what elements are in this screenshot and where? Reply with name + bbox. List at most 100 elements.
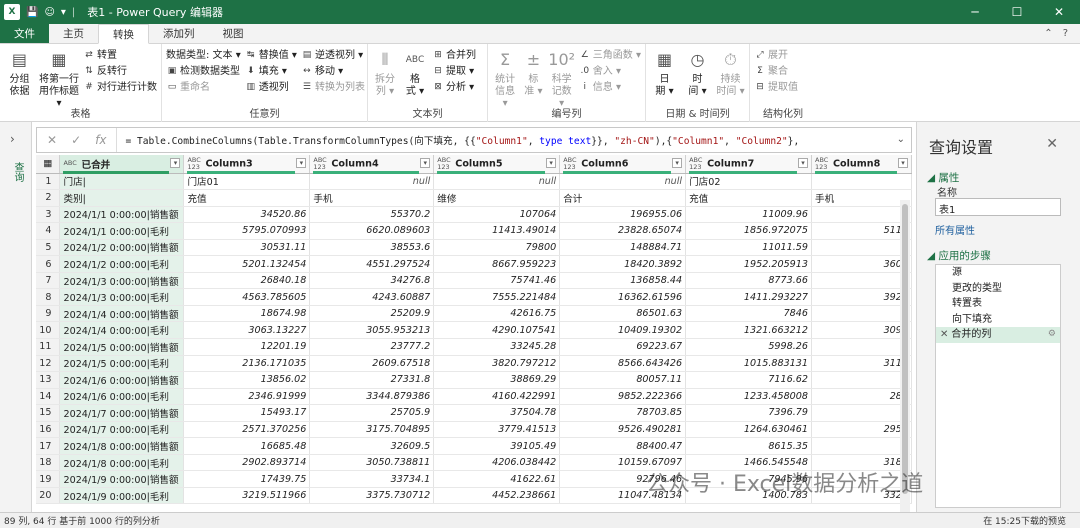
table-cell[interactable] [811,305,912,323]
column-header[interactable]: ABC 123 Column5 ▾ [433,155,561,174]
column-header[interactable]: ABC 123 Column3 ▾ [183,155,311,174]
table-cell[interactable]: 3063.13227 [183,321,311,339]
table-cell[interactable]: 2024/1/2 0:00:00|毛利 [59,255,185,273]
table-cell[interactable]: 4452.238661 [433,487,561,505]
expand-button[interactable]: ⤢ 展开 [754,49,798,62]
trig-button[interactable]: ∠ 三角函数 ▾ [579,49,641,62]
table-cell[interactable]: 55370.2 [309,206,435,224]
formula-text[interactable]: = Table.CombineColumns(Table.TransformCo… [117,133,799,147]
table-cell[interactable]: 37504.78 [433,404,561,422]
table-cell[interactable]: 107064 [433,206,561,224]
merge-columns-button[interactable]: ⊞ 合并列 [432,49,476,62]
table-cell[interactable]: 13856.02 [183,371,311,389]
table-cell[interactable]: 3779.41513 [433,421,561,439]
table-cell[interactable]: 2902.893714 [183,454,311,472]
table-cell[interactable]: 7116.62 [685,371,812,389]
extract-button[interactable]: ⊟ 提取 ▾ [432,65,476,78]
table-cell[interactable]: 2 [811,239,912,257]
column-header[interactable]: ABC 已合并 ▾ [59,155,185,174]
filter-dropdown-icon[interactable]: ▾ [170,158,181,168]
table-cell[interactable]: 16362.61596 [559,288,687,306]
delete-step-icon[interactable]: ✕ [940,329,948,340]
expand-queries-icon[interactable]: › [10,132,15,146]
tab-add-column[interactable]: 添加列 [149,24,209,43]
any-type-icon[interactable]: ABC 123 [313,156,327,171]
table-cell[interactable]: 25705.9 [309,404,435,422]
table-cell[interactable]: 2954 [811,421,912,439]
filter-dropdown-icon[interactable]: ▾ [672,158,683,168]
table-cell[interactable]: 2024/1/9 0:00:00|销售额 [59,470,185,488]
table-cell[interactable]: 3923 [811,288,912,306]
smiley-icon[interactable]: ☺ [44,7,54,18]
transpose-button[interactable]: ⇄ 转置 [83,49,157,62]
table-cell[interactable]: 23777.2 [309,338,435,356]
cancel-formula-icon[interactable]: ✕ [47,133,57,147]
table-cell[interactable]: null [433,173,561,191]
table-cell[interactable]: 30531.11 [183,239,311,257]
reverse-rows-button[interactable]: ⇅ 反转行 [83,65,157,78]
round-button[interactable]: .0 舍入 ▾ [579,65,641,78]
table-cell[interactable]: 2024/1/6 0:00:00|毛利 [59,388,185,406]
table-cell[interactable]: 2024/1/4 0:00:00|毛利 [59,321,185,339]
table-cell[interactable]: 3375.730712 [309,487,435,505]
filter-dropdown-icon[interactable]: ▾ [546,158,557,168]
table-cell[interactable]: 282 [811,388,912,406]
table-cell[interactable]: 4563.785605 [183,288,311,306]
table-cell[interactable]: 12201.19 [183,338,311,356]
table-cell[interactable]: 3116 [811,355,912,373]
tab-view[interactable]: 视图 [209,24,258,43]
table-cell[interactable]: 充值 [685,189,812,207]
filter-dropdown-icon[interactable]: ▾ [898,158,908,168]
table-menu-button[interactable]: ▦ [36,155,61,174]
table-cell[interactable]: 32609.5 [309,437,435,455]
table-cell[interactable]: 2024/1/1 0:00:00|毛利 [59,222,185,240]
table-cell[interactable]: 88400.47 [559,437,687,455]
minimize-button[interactable]: ─ [954,0,996,24]
step-item[interactable]: 源 [936,265,1060,281]
column-header[interactable]: ABC 123 Column4 ▾ [309,155,435,174]
table-cell[interactable] [811,173,912,191]
all-properties-link[interactable]: 所有属性 [935,222,975,237]
table-cell[interactable]: 26840.18 [183,272,311,290]
tab-transform[interactable]: 转换 [98,24,149,44]
table-cell[interactable]: 136858.44 [559,272,687,290]
table-cell[interactable]: 79800 [433,239,561,257]
table-cell[interactable]: 2024/1/9 0:00:00|毛利 [59,487,185,505]
table-cell[interactable]: 8615.35 [685,437,812,455]
table-cell[interactable]: 1015.883131 [685,355,812,373]
table-cell[interactable]: 2024/1/2 0:00:00|销售额 [59,239,185,257]
table-cell[interactable]: 4243.60887 [309,288,435,306]
table-cell[interactable]: 196955.06 [559,206,687,224]
table-cell[interactable]: 1321.663212 [685,321,812,339]
column-header[interactable]: ABC 123 Column6 ▾ [559,155,687,174]
table-cell[interactable]: 1856.972075 [685,222,812,240]
table-cell[interactable]: 8773.66 [685,272,812,290]
fill-button[interactable]: ⬇ 填充 ▾ [245,65,297,78]
table-cell[interactable]: 3603 [811,255,912,273]
text-type-icon[interactable]: ABC [63,160,77,167]
table-cell[interactable]: 10409.19302 [559,321,687,339]
table-cell[interactable]: 41622.61 [433,470,561,488]
query-name-input[interactable]: 表1 [935,198,1061,216]
table-cell[interactable]: 11011.59 [685,239,812,257]
table-cell[interactable]: 4206.038442 [433,454,561,472]
table-cell[interactable]: 4290.107541 [433,321,561,339]
table-cell[interactable]: 2024/1/6 0:00:00|销售额 [59,371,185,389]
table-cell[interactable]: 手机 [811,189,912,207]
any-type-icon[interactable]: ABC 123 [563,156,577,171]
table-cell[interactable]: 2 [811,272,912,290]
table-cell[interactable]: 6620.089603 [309,222,435,240]
table-cell[interactable]: 2024/1/3 0:00:00|销售额 [59,272,185,290]
close-pane-icon[interactable]: ✕ [1046,136,1058,152]
table-cell[interactable]: 1233.458008 [685,388,812,406]
filter-dropdown-icon[interactable]: ▾ [420,158,431,168]
tab-home[interactable]: 主页 [49,24,98,43]
table-cell[interactable]: 充值 [183,189,311,207]
to-list-button[interactable]: ☰ 转换为列表 [301,81,365,94]
table-cell[interactable]: 39105.49 [433,437,561,455]
count-rows-button[interactable]: # 对行进行计数 [83,81,157,94]
help-icon[interactable]: ? [1063,28,1068,39]
filter-dropdown-icon[interactable]: ▾ [798,158,808,168]
data-type-dropdown[interactable]: 数据类型: 文本 ▾ [166,49,241,62]
tab-file[interactable]: 文件 [0,24,49,43]
